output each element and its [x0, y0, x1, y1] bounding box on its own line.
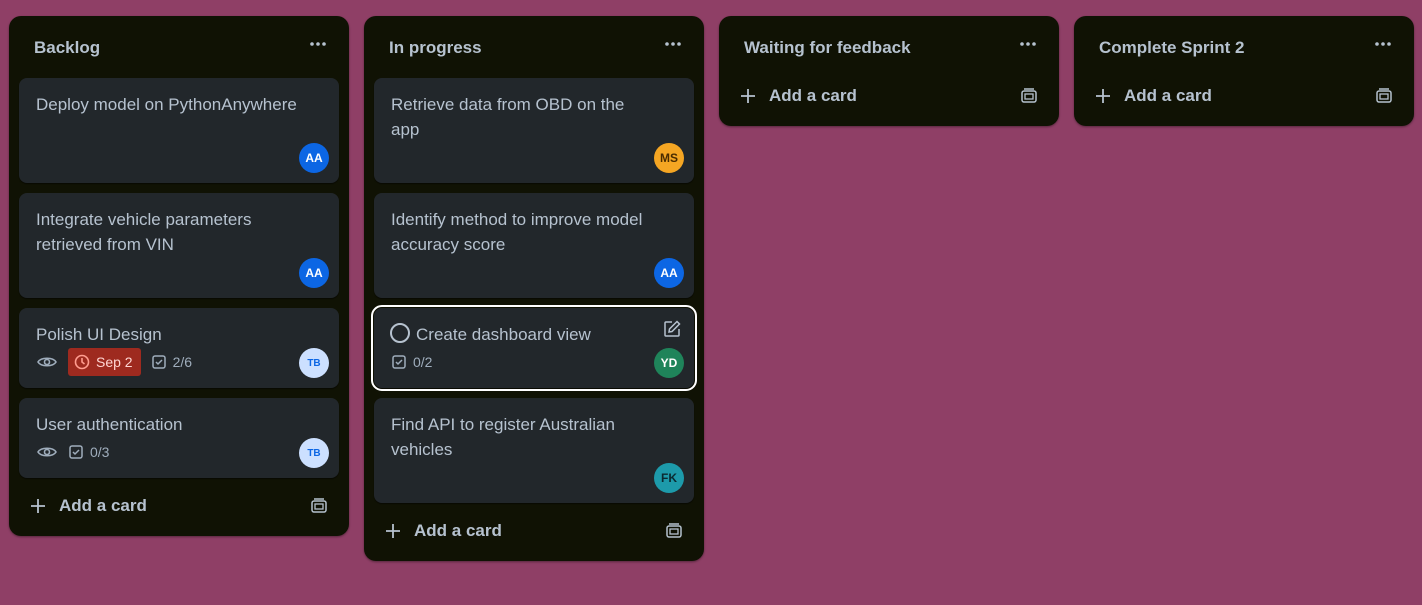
- more-options-icon[interactable]: [662, 34, 684, 54]
- card-title: Retrieve data from OBD on the app: [391, 95, 625, 139]
- clock-icon: [74, 354, 90, 370]
- more-options-icon[interactable]: [1372, 34, 1394, 54]
- card[interactable]: Deploy model on PythonAnywhere AA: [19, 78, 339, 183]
- card-template-icon[interactable]: [309, 496, 329, 516]
- due-date-text: Sep 2: [96, 354, 133, 370]
- add-card-button[interactable]: Add a card: [739, 86, 857, 106]
- card-title: User authentication: [36, 415, 183, 434]
- add-card-label: Add a card: [769, 86, 857, 105]
- card-template-icon[interactable]: [1019, 86, 1039, 106]
- card-title: Integrate vehicle parameters retrieved f…: [36, 210, 252, 254]
- add-card-button[interactable]: Add a card: [1094, 86, 1212, 106]
- watching-eye-icon: [37, 447, 57, 457]
- card-badges: 0/3: [36, 438, 109, 466]
- avatar[interactable]: TB: [299, 348, 329, 378]
- list-title[interactable]: In progress: [389, 38, 482, 58]
- list-title[interactable]: Waiting for feedback: [744, 38, 911, 58]
- card-selected[interactable]: Create dashboard view 0/2 YD: [371, 305, 697, 391]
- checklist-badge: 0/2: [391, 354, 432, 370]
- add-card-label: Add a card: [1124, 86, 1212, 105]
- card[interactable]: Identify method to improve model accurac…: [374, 193, 694, 298]
- card-title: Deploy model on PythonAnywhere: [36, 95, 297, 114]
- plus-icon: [741, 89, 755, 103]
- checklist-icon: [392, 355, 406, 369]
- avatar[interactable]: AA: [299, 143, 329, 173]
- list-header: Backlog: [9, 16, 349, 78]
- list-header: Waiting for feedback: [719, 16, 1059, 78]
- card-badges: 0/2: [391, 348, 432, 376]
- mark-complete-icon[interactable]: [390, 323, 410, 343]
- checklist-count: 0/3: [90, 444, 110, 460]
- plus-icon: [1096, 89, 1110, 103]
- avatar[interactable]: AA: [299, 258, 329, 288]
- list-title[interactable]: Complete Sprint 2: [1099, 38, 1244, 58]
- add-card-button[interactable]: Add a card: [384, 521, 502, 541]
- card-badges: Sep 2 2/6: [36, 348, 192, 376]
- card-template-icon[interactable]: [664, 521, 684, 541]
- avatar[interactable]: YD: [654, 348, 684, 378]
- checklist-icon: [151, 355, 166, 369]
- card[interactable]: Polish UI Design Sep 2 2/6 TB: [19, 308, 339, 388]
- avatar[interactable]: AA: [654, 258, 684, 288]
- list-waiting-for-feedback: Waiting for feedback Add a card: [719, 16, 1059, 126]
- card[interactable]: Retrieve data from OBD on the app MS: [374, 78, 694, 183]
- checklist-badge: 0/3: [68, 444, 109, 460]
- card-title: Find API to register Australian vehicles: [391, 415, 615, 459]
- edit-icon[interactable]: [662, 319, 682, 339]
- list-backlog: Backlog Deploy model on PythonAnywhere A…: [9, 16, 349, 536]
- card-list: Retrieve data from OBD on the app MS Ide…: [364, 78, 704, 503]
- plus-icon: [31, 499, 45, 513]
- add-card-label: Add a card: [59, 496, 147, 515]
- card-template-icon[interactable]: [1374, 86, 1394, 106]
- avatar[interactable]: FK: [654, 463, 684, 493]
- card[interactable]: User authentication 0/3 TB: [19, 398, 339, 478]
- checklist-badge: 2/6: [151, 354, 192, 370]
- checklist-count: 2/6: [172, 354, 193, 370]
- avatar[interactable]: TB: [299, 438, 329, 468]
- card[interactable]: Find API to register Australian vehicles…: [374, 398, 694, 503]
- list-complete-sprint-2: Complete Sprint 2 Add a card: [1074, 16, 1414, 126]
- card-list: Deploy model on PythonAnywhere AA Integr…: [9, 78, 349, 478]
- card-title: Create dashboard view: [416, 325, 591, 344]
- plus-icon: [386, 524, 400, 538]
- list-header: In progress: [364, 16, 704, 78]
- avatar[interactable]: MS: [654, 143, 684, 173]
- more-options-icon[interactable]: [307, 34, 329, 54]
- card-title: Identify method to improve model accurac…: [391, 210, 643, 254]
- watching-eye-icon: [37, 357, 57, 367]
- list-header: Complete Sprint 2: [1074, 16, 1414, 78]
- card-title: Polish UI Design: [36, 325, 162, 344]
- checklist-icon: [69, 445, 83, 459]
- add-card-button[interactable]: Add a card: [29, 496, 147, 516]
- card[interactable]: Integrate vehicle parameters retrieved f…: [19, 193, 339, 298]
- list-in-progress: In progress Retrieve data from OBD on th…: [364, 16, 704, 561]
- add-card-label: Add a card: [414, 521, 502, 540]
- checklist-count: 0/2: [413, 354, 433, 370]
- due-date-badge[interactable]: Sep 2: [68, 348, 141, 376]
- more-options-icon[interactable]: [1017, 34, 1039, 54]
- list-title[interactable]: Backlog: [34, 38, 100, 58]
